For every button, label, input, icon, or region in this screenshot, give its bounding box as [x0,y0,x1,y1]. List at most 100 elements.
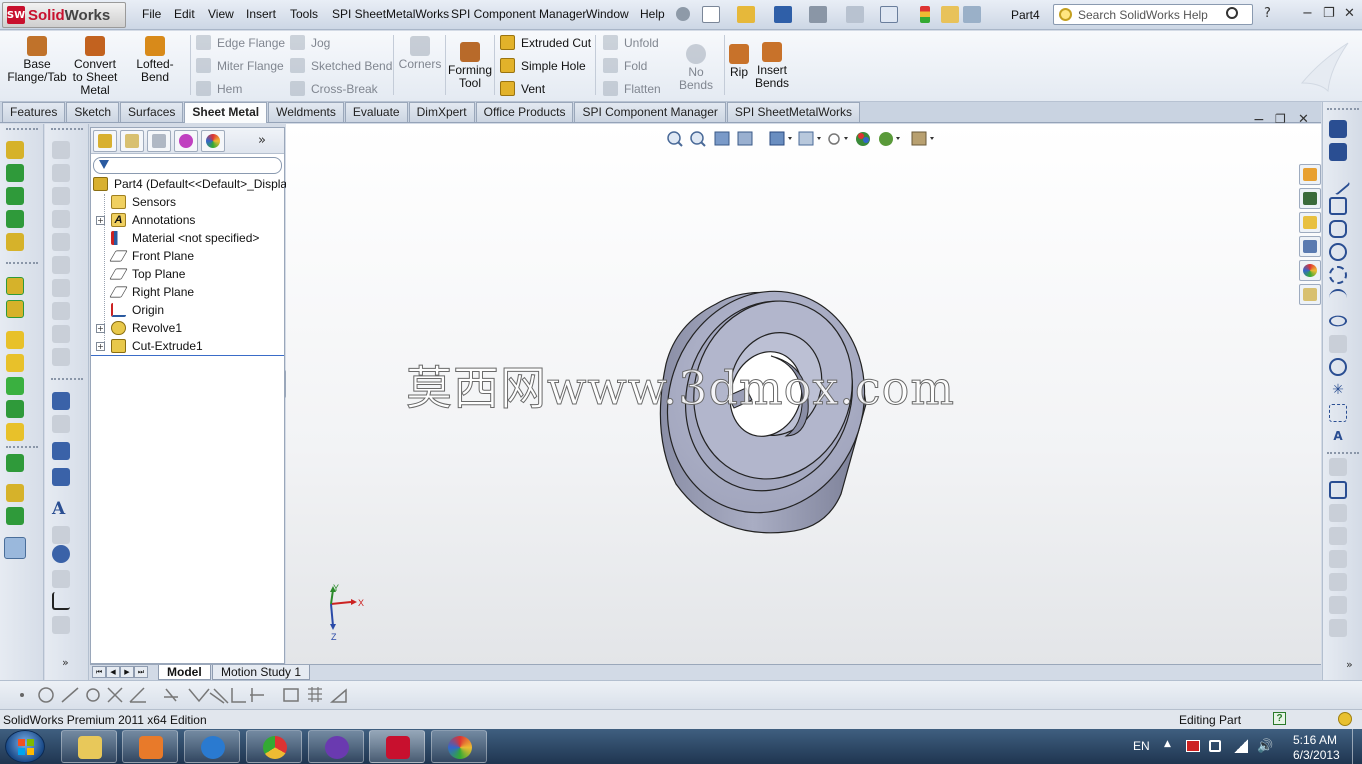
centerline-icon[interactable] [1329,404,1347,422]
chamfer-icon[interactable] [188,688,210,703]
restore-button[interactable]: ❐ [1323,6,1335,21]
rollback-bar[interactable] [91,355,284,356]
slot-icon[interactable] [1329,220,1347,238]
zoom-to-area-icon[interactable] [690,131,706,147]
appearances-tab[interactable] [1299,260,1321,281]
point-icon[interactable] [6,210,24,228]
search-icon[interactable] [1226,7,1238,19]
line-icon[interactable] [6,164,24,182]
hem-button[interactable]: Hem [196,81,242,96]
print-icon[interactable] [809,6,827,23]
undo-icon[interactable] [846,6,864,23]
volume-icon[interactable]: 🔊 [1257,739,1273,754]
instant3d-icon[interactable] [4,537,26,559]
taskbar-solidworks[interactable] [369,730,425,763]
feature-filter-input[interactable] [93,157,282,174]
menu-spi-sheetmetalworks[interactable]: SPI SheetMetalWorks [332,7,449,21]
tab-sketch[interactable]: Sketch [66,102,120,122]
extruded-boss-icon[interactable] [6,277,24,295]
first-tab-arrow-icon[interactable]: ⏮ [92,666,106,678]
solidworks-logo[interactable]: SW SolidWorks [2,2,126,28]
expand-chevron-icon[interactable]: » [62,656,69,669]
save-icon[interactable] [774,6,792,23]
taskbar-paint[interactable] [431,730,487,763]
tree-item-material[interactable]: Material <not specified> [111,229,259,247]
expand-chevron-icon[interactable]: » [1346,658,1353,671]
menu-help[interactable]: Help [640,7,665,21]
menu-view[interactable]: View [208,7,234,21]
smart-dimension-icon[interactable] [6,141,24,159]
mirror-entities-icon[interactable] [1329,527,1347,545]
taskbar-explorer[interactable] [61,730,117,763]
convert-entities-icon[interactable] [1329,481,1347,499]
language-indicator[interactable]: EN [1133,739,1150,753]
hole-wizard-icon[interactable] [6,423,24,441]
view-orientation-icon[interactable] [769,131,792,146]
section-view-icon[interactable] [737,131,753,146]
line-icon[interactable] [61,687,79,703]
network-signal-icon[interactable] [1234,739,1248,753]
tree-item-sensors[interactable]: Sensors [111,193,176,211]
sketched-bend-button[interactable]: Sketched Bend [290,58,392,73]
tab-evaluate[interactable]: Evaluate [344,102,408,122]
jog-button[interactable]: Jog [290,35,330,50]
vent-button[interactable]: Vent [500,81,545,96]
unfold-button[interactable]: Unfold [603,35,659,50]
tab-surfaces[interactable]: Surfaces [120,102,184,122]
edit-appearance-icon[interactable] [856,132,870,146]
expand-toggle-icon[interactable]: + [96,324,105,333]
custom-properties-tab[interactable] [1299,284,1321,305]
spell-check-icon[interactable] [52,442,70,460]
forming-tool-button[interactable]: Forming Tool [448,42,492,90]
repair-sketch-icon[interactable] [1329,619,1347,637]
tab-dimxpert[interactable]: DimXpert [408,102,475,122]
previous-view-icon[interactable] [714,131,730,146]
display-relations-icon[interactable] [1329,596,1347,614]
file-properties-icon[interactable] [941,6,959,23]
taskbar-chrome[interactable] [246,730,302,763]
draft-icon[interactable] [6,400,24,418]
sketch-icon[interactable] [1329,120,1347,138]
line-icon[interactable] [1325,170,1351,196]
simple-hole-button[interactable]: Simple Hole [500,58,586,73]
device-icon[interactable] [1209,740,1221,752]
surface-finish-icon[interactable] [52,545,70,563]
new-document-icon[interactable] [702,6,720,23]
help-question-icon[interactable]: ? [1264,6,1271,21]
tab-weldments[interactable]: Weldments [268,102,344,122]
fillet-sketch-icon[interactable] [1329,335,1347,353]
select-pointer-icon[interactable] [880,6,898,23]
menu-window[interactable]: Window [586,7,629,21]
pattern-icon[interactable] [6,454,24,472]
property-manager-tab[interactable] [120,129,144,152]
clock-date[interactable]: 6/3/2013 [1293,748,1340,762]
tab-motion-study-1[interactable]: Motion Study 1 [212,665,311,680]
circle-icon[interactable] [38,687,54,703]
polygon-icon[interactable] [86,688,100,702]
trim-entities-icon[interactable] [1329,458,1347,476]
viewport-close-button[interactable]: ✕ [1298,112,1309,127]
menu-insert[interactable]: Insert [246,7,276,21]
tab-spi-component-manager[interactable]: SPI Component Manager [574,102,726,122]
sketch-fillet-icon[interactable] [164,688,178,702]
edge-flange-button[interactable]: Edge Flange [196,35,285,50]
minimize-button[interactable]: − [1302,6,1313,21]
viewport-restore-button[interactable]: ❐ [1275,112,1286,126]
configuration-manager-tab[interactable] [147,129,171,152]
solidworks-resources-tab[interactable] [1299,164,1321,185]
file-explorer-tab[interactable] [1299,212,1321,233]
datum-icon[interactable] [52,616,70,634]
search-help-input[interactable]: Search SolidWorks Help [1053,4,1253,25]
start-button[interactable] [5,730,45,763]
rib-icon[interactable] [6,377,24,395]
menu-edit[interactable]: Edit [174,7,195,21]
base-flange-tab-button[interactable]: Base Flange/Tab [6,36,68,84]
prev-tab-arrow-icon[interactable]: ◀ [106,666,120,678]
offset-icon[interactable] [209,688,229,704]
ellipse-icon[interactable] [1325,313,1351,329]
display-manager-tab[interactable] [201,129,225,152]
rebuild-traffic-light-icon[interactable] [920,6,930,23]
fold-button[interactable]: Fold [603,58,647,73]
cross-break-button[interactable]: Cross-Break [290,81,378,96]
help-status-icon[interactable]: ? [1273,712,1286,725]
